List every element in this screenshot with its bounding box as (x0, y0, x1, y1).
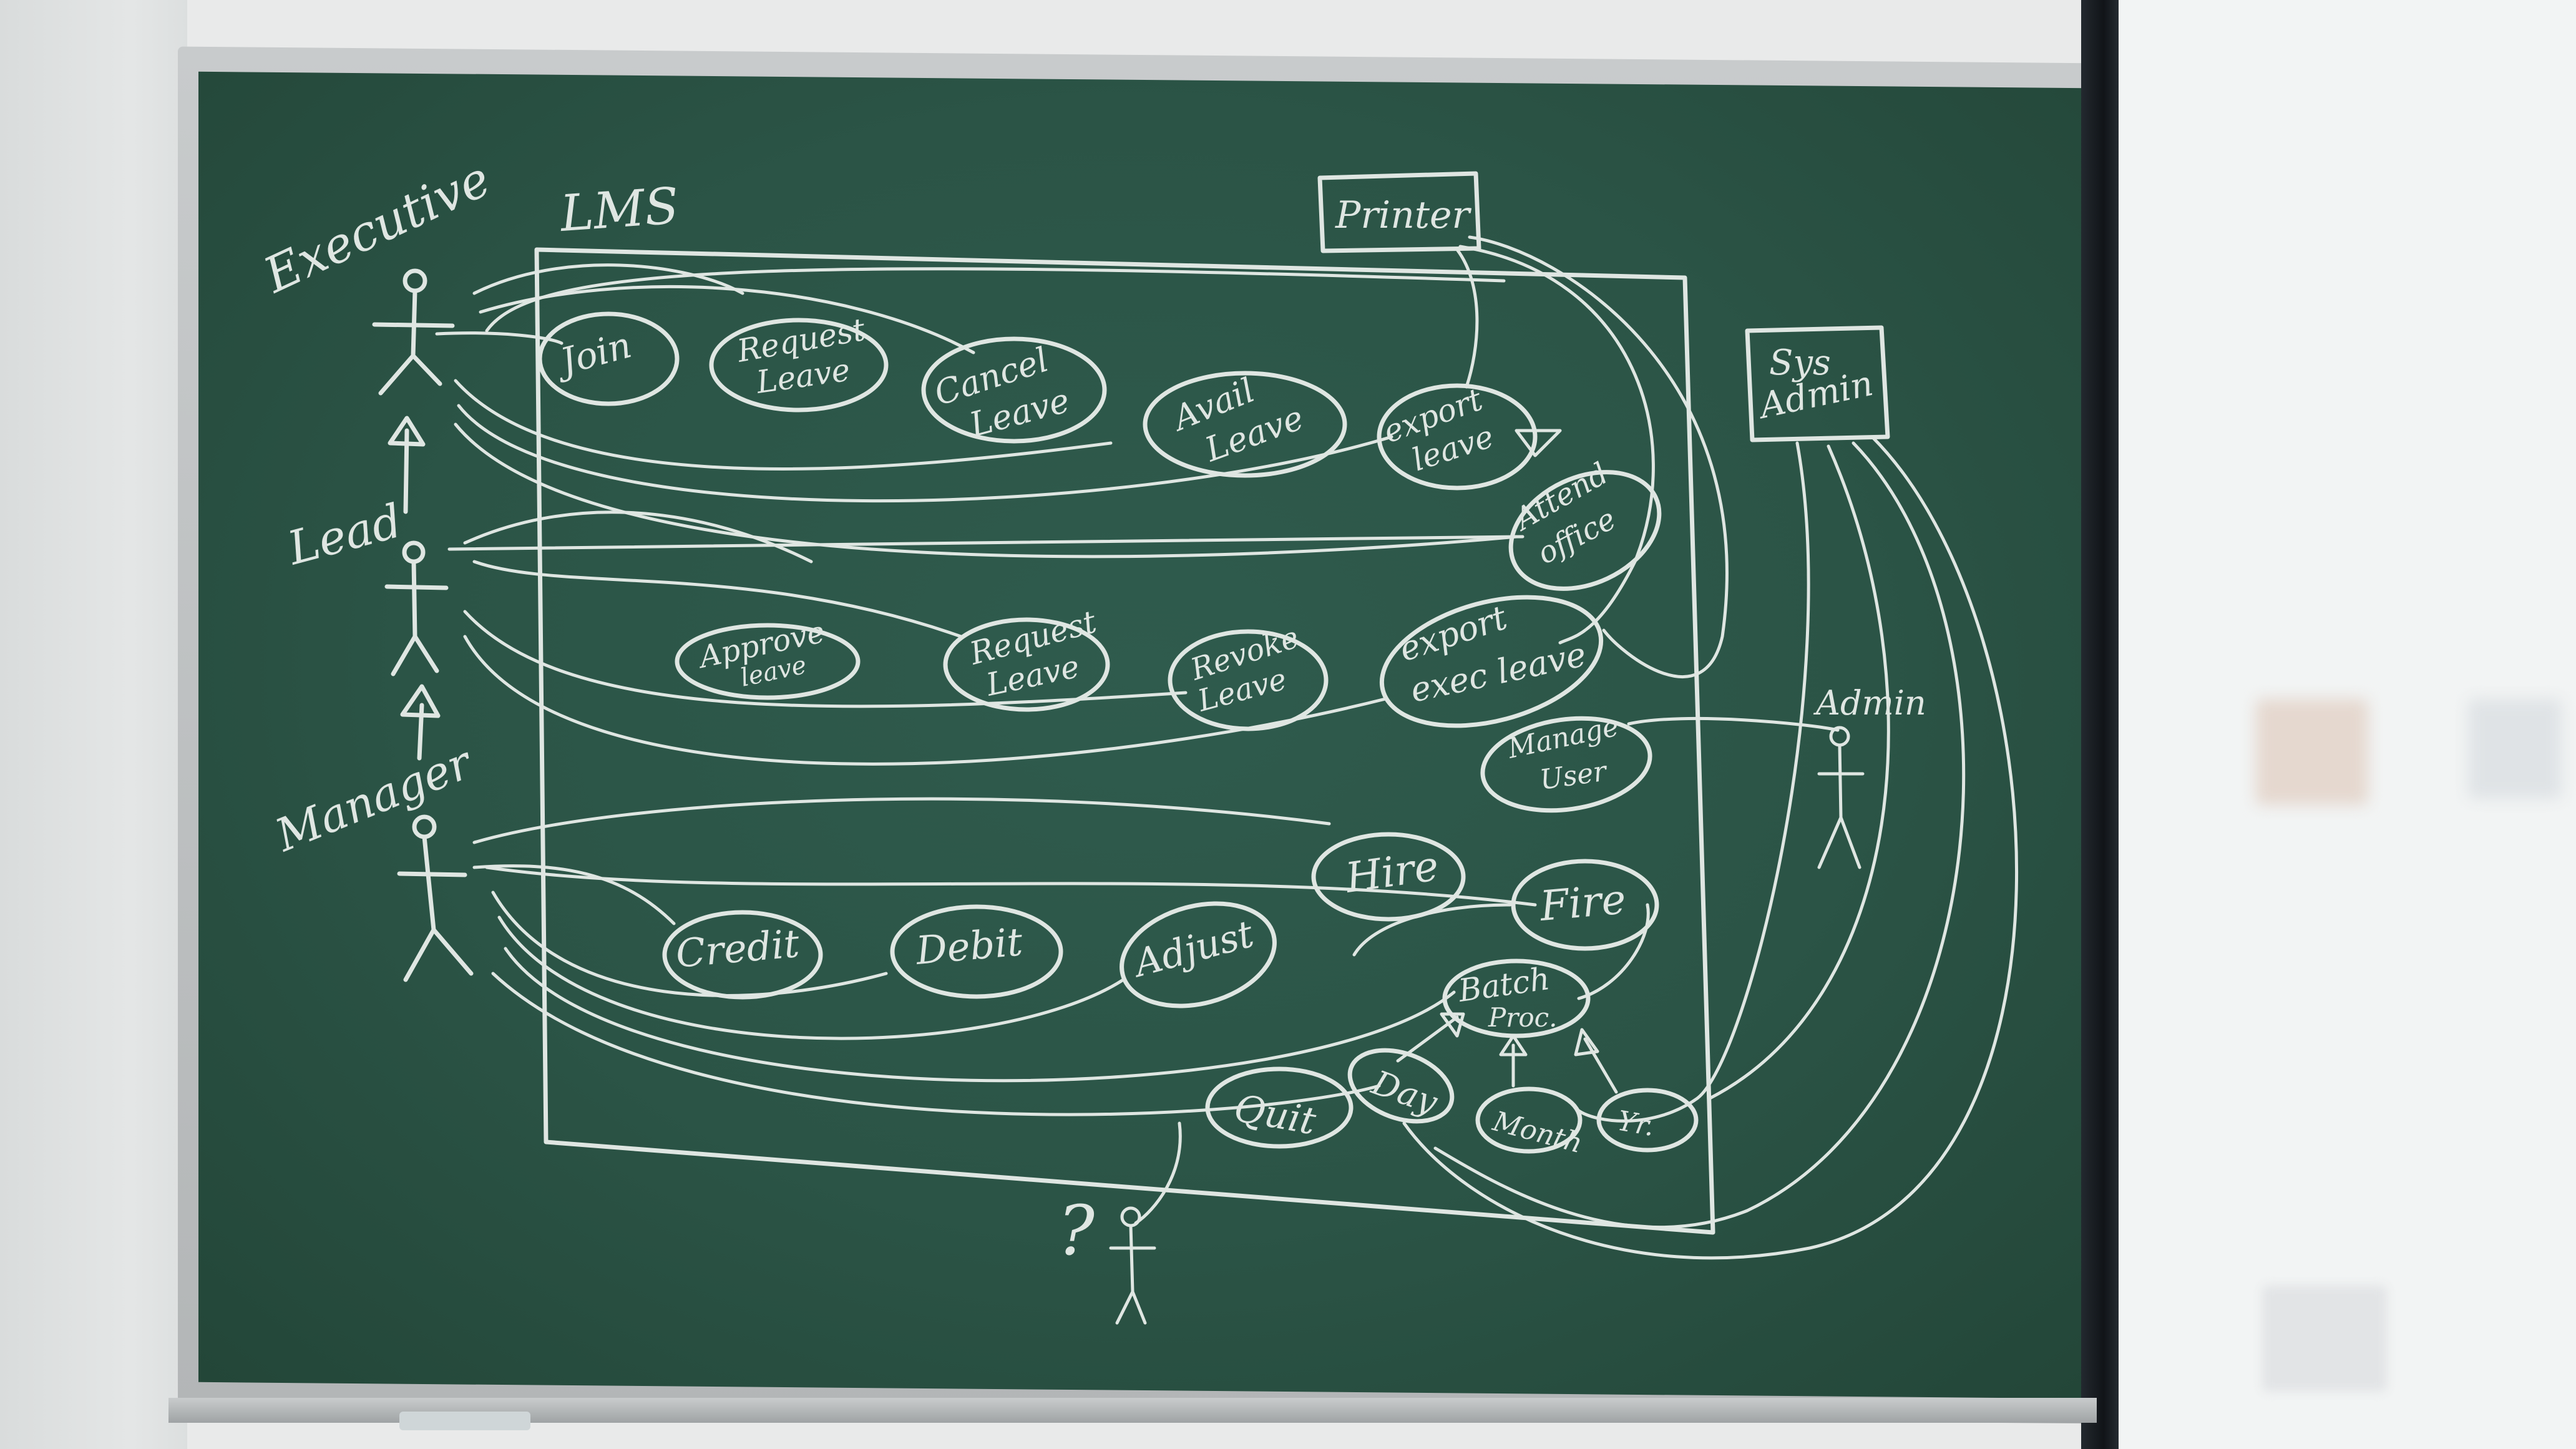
svg-text:Debit: Debit (914, 919, 1025, 973)
svg-text:Proc.: Proc. (1488, 1002, 1558, 1033)
actor-label-admin: Admin (1813, 683, 1926, 723)
actor-executive (372, 268, 455, 396)
svg-text:Adjust: Adjust (1127, 912, 1259, 986)
system-label: LMS (557, 177, 681, 243)
use-case-month: Month (1475, 1086, 1586, 1159)
printer-label: Printer (1335, 193, 1472, 237)
use-case-batch-proc: Batch Proc. (1442, 959, 1591, 1038)
actor-admin (1817, 726, 1865, 869)
classroom-photo: LMS Executive Lead Manager Admin ? Print… (0, 0, 2576, 1449)
use-case-request-leave: Request Leave (709, 311, 889, 412)
svg-text:Fire: Fire (1538, 875, 1628, 930)
use-case-avail-leave: Avail Leave (1143, 370, 1347, 478)
actor-lead (384, 540, 449, 676)
sys-admin-box: Sys Admin (1745, 325, 1890, 442)
use-case-approve-leave: Approve leave (675, 615, 861, 700)
use-case-hire: Hire (1311, 832, 1466, 922)
svg-text:Day: Day (1367, 1063, 1443, 1123)
use-case-debit: Debit (890, 904, 1063, 999)
use-case-day: Day (1347, 1048, 1455, 1124)
use-case-attend-office: Attend office (1507, 456, 1662, 591)
actor-manager (397, 814, 474, 982)
svg-text:Yr.: Yr. (1615, 1105, 1657, 1143)
use-case-cancel-leave: Cancel Leave (921, 336, 1107, 445)
chalk-diagram: LMS Executive Lead Manager Admin ? Print… (255, 151, 2019, 1325)
svg-text:User: User (1538, 755, 1610, 796)
actor-label-manager: Manager (267, 735, 481, 862)
actor-label-executive: Executive (255, 151, 499, 305)
actor-unknown (1109, 1206, 1156, 1325)
use-case-adjust: Adjust (1120, 901, 1277, 1008)
svg-text:Join: Join (550, 323, 635, 384)
use-case-credit: Credit (662, 910, 823, 1000)
generalization-arrow (388, 416, 426, 514)
printer-box: Printer (1317, 171, 1481, 253)
actor-label-lead: Lead (281, 494, 407, 576)
use-case-export-leave: export leave (1377, 381, 1562, 490)
svg-text:Credit: Credit (674, 920, 801, 977)
use-case-revoke-leave: Revoke Leave (1168, 620, 1329, 731)
use-case-join: Join (537, 311, 680, 406)
use-case-request-leave-2: Request Leave (943, 603, 1110, 712)
svg-text:Quit: Quit (1231, 1086, 1319, 1144)
actor-label-unknown: ? (1058, 1191, 1095, 1271)
